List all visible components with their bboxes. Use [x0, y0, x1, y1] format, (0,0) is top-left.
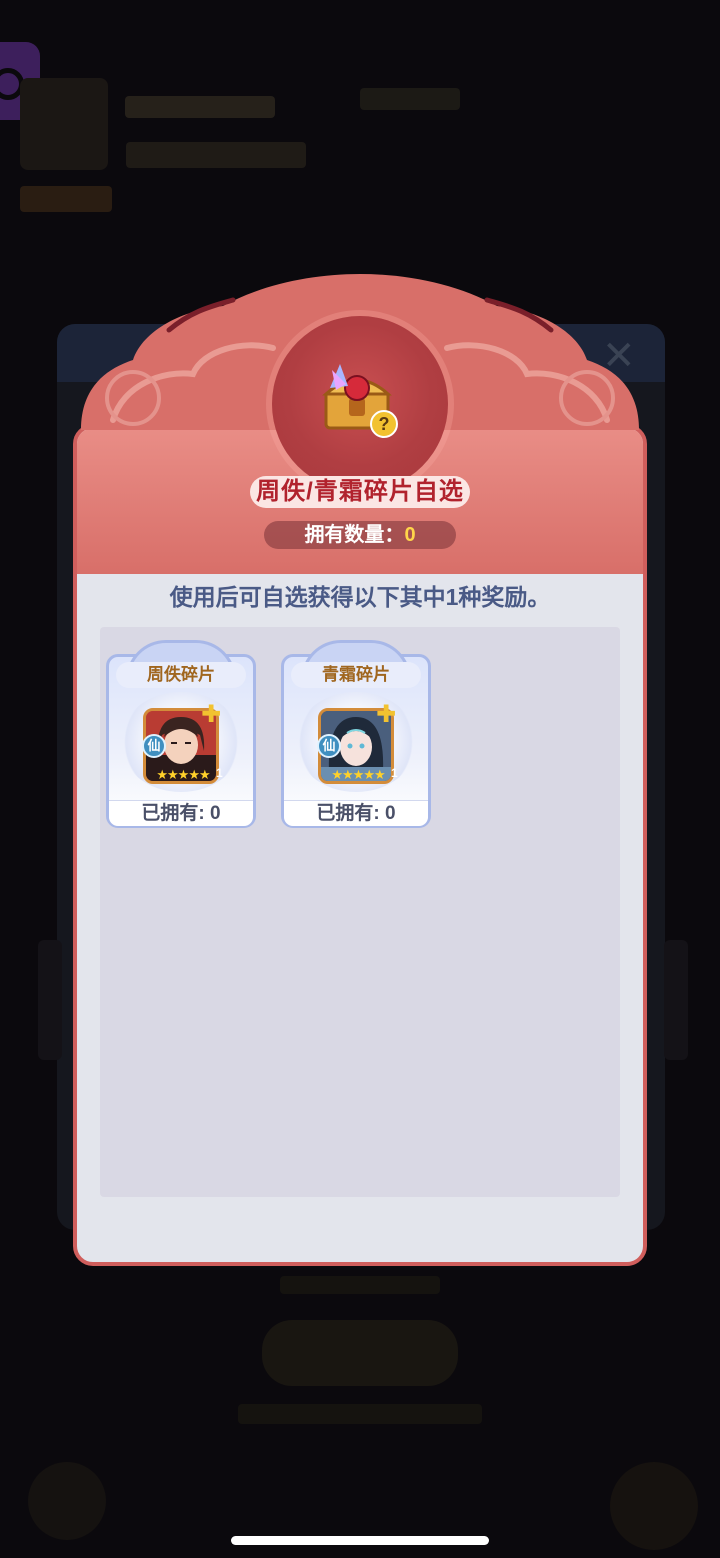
- owned-quantity-value: 0: [404, 524, 416, 546]
- treasure-chest-icon: ?: [322, 364, 398, 438]
- owned-count: 已拥有: 0: [109, 800, 253, 826]
- star-rating: ★★★★★: [331, 767, 385, 782]
- reward-card-qingshuang[interactable]: 青霜碎片 仙 ✚ ★★★★★ 1 已拥有: 0: [281, 640, 431, 828]
- background-round-button: [610, 1462, 698, 1550]
- owned-quantity-label: 拥有数量：: [304, 524, 405, 546]
- background-side-left: [38, 940, 62, 1060]
- level-number: 1: [391, 766, 398, 780]
- player-name-placeholder: [125, 96, 275, 118]
- plus-icon: ✚: [200, 701, 222, 728]
- owned-quantity: 拥有数量：0: [264, 521, 456, 549]
- currency-placeholder: [126, 142, 306, 168]
- reward-card-zhouyi[interactable]: 周佚碎片 仙 ✚ ★★★★★ 1 已拥有: 0: [106, 640, 256, 828]
- instruction-text: 使用后可自选获得以下其中1种奖励。: [169, 584, 551, 610]
- background-text-line: [280, 1276, 440, 1294]
- home-indicator[interactable]: [231, 1536, 489, 1545]
- background-action-button: [262, 1320, 458, 1386]
- reward-name: 青霜碎片: [291, 662, 421, 688]
- star-rating: ★★★★★: [156, 767, 210, 782]
- tier-badge: 仙: [317, 734, 341, 758]
- tier-badge: 仙: [142, 734, 166, 758]
- background-side-right: [664, 940, 688, 1060]
- modal-title: 周佚/青霜碎片自选: [250, 476, 470, 508]
- vip-tag-placeholder: [20, 186, 112, 212]
- owned-count: 已拥有: 0: [284, 800, 428, 826]
- reward-name: 周佚碎片: [116, 662, 246, 688]
- background-round-button: [28, 1462, 106, 1540]
- background-text-line: [238, 1404, 482, 1424]
- svg-text:?: ?: [379, 414, 390, 434]
- player-avatar: [20, 78, 108, 170]
- plus-icon: ✚: [375, 701, 397, 728]
- level-number: 1: [216, 766, 223, 780]
- gem-placeholder: [360, 88, 460, 110]
